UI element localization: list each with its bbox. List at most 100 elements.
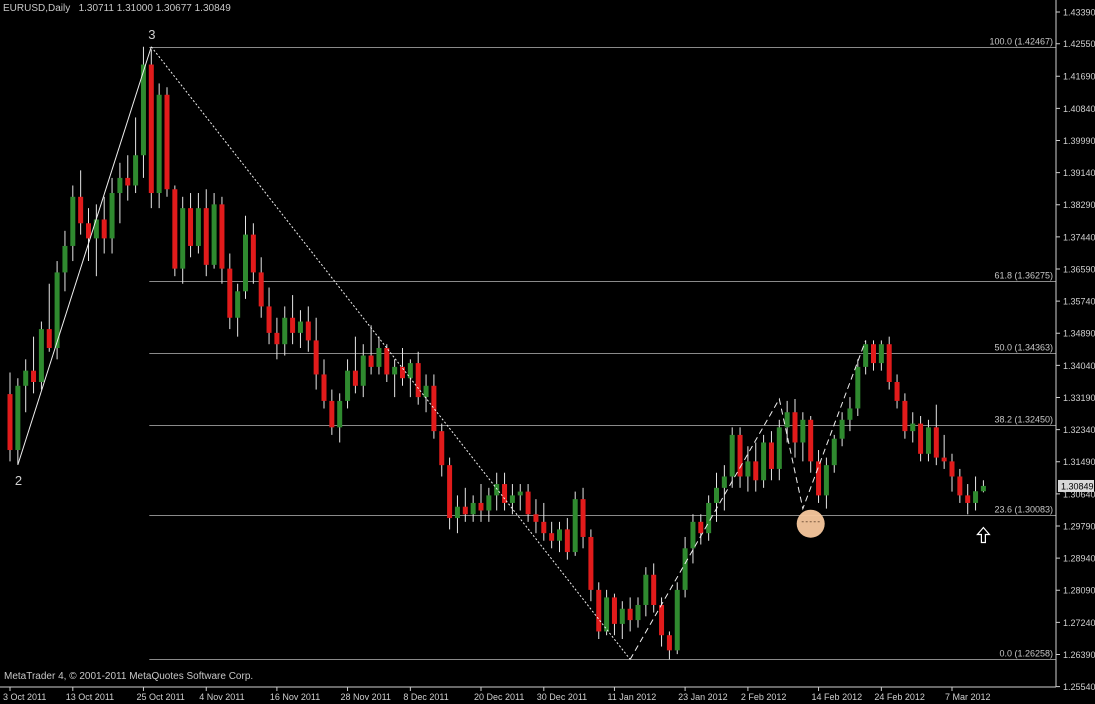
bear-candle	[439, 431, 445, 466]
y-tick-label: 1.43390	[1063, 8, 1095, 18]
bull-candle	[486, 495, 492, 511]
price-chart[interactable]: 100.0 (1.42467) 61.8 (1.36275) 50.0 (1.343…	[0, 0, 1095, 704]
bull-candle	[557, 529, 562, 541]
chart-window: 100.0 (1.42467) 61.8 (1.36275) 50.0 (1.343…	[0, 0, 1095, 704]
bear-candle	[549, 533, 555, 541]
wave-label-2: 2	[15, 473, 22, 488]
x-tick-label: 3 Oct 2011	[3, 692, 46, 702]
up-arrow-icon	[976, 526, 991, 544]
x-tick-label: 2 Feb 2012	[741, 692, 787, 702]
bear-candle	[86, 223, 91, 239]
bull-candle	[70, 196, 76, 246]
bear-candle	[666, 635, 672, 651]
bull-candle	[156, 94, 162, 194]
symbol-label: EURUSD,Daily	[3, 3, 71, 14]
x-tick-label: 14 Feb 2012	[812, 692, 863, 702]
bear-candle	[203, 208, 209, 265]
bear-candle	[918, 423, 924, 454]
y-tick-label: 1.36590	[1063, 264, 1095, 274]
bull-candle	[682, 548, 688, 590]
bear-candle	[957, 476, 963, 496]
bull-candle	[823, 465, 829, 496]
bear-candle	[611, 597, 617, 624]
bear-candle	[478, 502, 484, 511]
candlestick-series	[7, 46, 986, 660]
fib-level-label: 38.2 (1.32450)	[994, 415, 1053, 425]
y-tick-label: 1.41690	[1063, 72, 1095, 82]
bull-candle	[925, 427, 931, 454]
x-tick-label: 28 Nov 2011	[341, 692, 391, 702]
x-tick-label: 16 Nov 2011	[270, 692, 320, 702]
bear-candle	[533, 514, 539, 522]
bear-candle	[949, 461, 955, 477]
x-tick-label: 23 Jan 2012	[678, 692, 728, 702]
bear-candle	[415, 363, 421, 398]
wave-line-dashed	[629, 340, 867, 660]
y-tick-label: 1.40840	[1063, 104, 1095, 114]
bull-candle	[745, 461, 751, 477]
bear-candle	[596, 589, 602, 632]
y-tick-label: 1.34890	[1063, 329, 1095, 339]
bear-candle	[384, 347, 390, 375]
bull-candle	[729, 434, 735, 477]
y-tick-label: 1.29790	[1063, 521, 1095, 531]
bull-candle	[109, 193, 115, 239]
chart-header: EURUSD,Daily 1.30711 1.31000 1.30677 1.3…	[3, 3, 231, 14]
bull-candle	[15, 385, 21, 451]
bull-candle	[423, 385, 429, 398]
bear-candle	[313, 340, 319, 375]
x-tick-label: 13 Oct 2011	[66, 692, 114, 702]
bear-candle	[431, 385, 437, 432]
y-tick-label: 1.27240	[1063, 618, 1095, 628]
bear-candle	[627, 608, 633, 621]
fib-level-label: 100.0 (1.42467)	[989, 37, 1053, 47]
bear-candle	[101, 219, 107, 239]
bear-candle	[541, 521, 547, 534]
x-tick-label: 7 Mar 2012	[945, 692, 991, 702]
x-tick-label: 24 Feb 2012	[874, 692, 925, 702]
bear-candle	[172, 189, 178, 269]
bear-candle	[447, 465, 453, 519]
bull-candle	[282, 317, 288, 345]
bear-candle	[808, 419, 814, 462]
y-tick-label: 1.26390	[1063, 650, 1095, 660]
bull-candle	[360, 355, 366, 386]
bear-candle	[290, 317, 296, 333]
bear-candle	[188, 208, 194, 246]
bull-candle	[243, 234, 248, 292]
time-axis: 3 Oct 2011 13 Oct 2011 25 Oct 2011 4 Nov 20…	[3, 687, 991, 702]
wave-label-3: 3	[148, 27, 155, 42]
wave-line-dotted	[150, 46, 631, 660]
bull-candle	[392, 366, 398, 375]
bear-candle	[321, 374, 327, 401]
x-tick-label: 30 Dec 2011	[537, 692, 587, 702]
bull-candle	[839, 419, 845, 439]
bear-candle	[737, 434, 743, 477]
fib-level-label: 0.0 (1.26258)	[999, 649, 1053, 659]
bull-candle	[800, 419, 806, 443]
bull-candle	[619, 608, 625, 624]
copyright-footer: MetaTrader 4, © 2001-2011 MetaQuotes Sof…	[4, 671, 254, 682]
bear-candle	[902, 400, 908, 432]
bear-candle	[768, 442, 774, 469]
y-tick-label: 1.31490	[1063, 457, 1095, 467]
current-price-label: 1.30849	[1061, 481, 1094, 491]
y-tick-label: 1.38290	[1063, 200, 1095, 210]
bear-candle	[965, 495, 971, 503]
bear-candle	[462, 506, 468, 515]
bear-candle	[305, 321, 311, 341]
bear-candle	[125, 177, 131, 186]
bull-candle	[337, 400, 343, 428]
bull-candle	[517, 491, 523, 496]
bull-candle	[855, 366, 861, 409]
bull-candle	[62, 245, 68, 273]
bull-candle	[376, 347, 382, 367]
bull-candle	[470, 502, 476, 515]
y-tick-label: 1.37440	[1063, 232, 1095, 242]
x-tick-label: 4 Nov 2011	[199, 692, 244, 702]
highlight-circle-icon	[796, 509, 825, 538]
x-tick-label: 20 Dec 2011	[474, 692, 524, 702]
bear-candle	[148, 64, 154, 194]
bear-candle	[659, 604, 665, 636]
ohlc-values: 1.30711 1.31000 1.30677 1.30849	[78, 3, 231, 14]
